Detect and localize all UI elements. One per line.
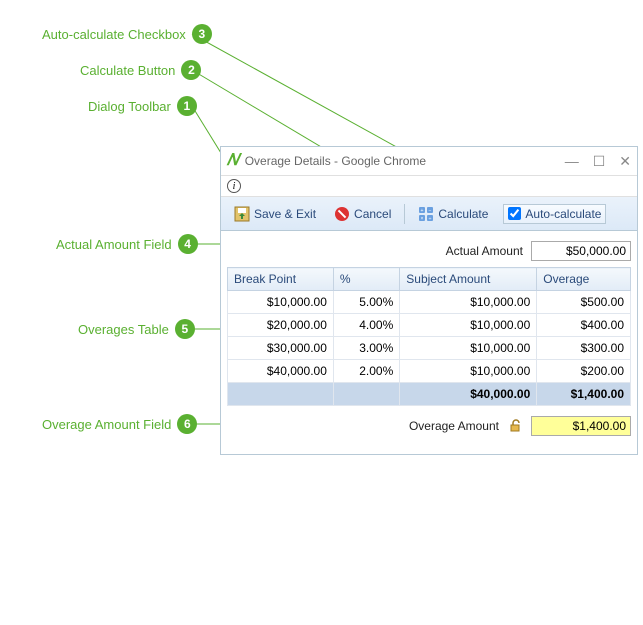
col-percent[interactable]: % [333, 268, 399, 291]
annotation-4: Actual Amount Field 4 [56, 234, 198, 254]
cancel-icon [334, 206, 350, 222]
col-break-point[interactable]: Break Point [228, 268, 334, 291]
info-bar: i [221, 175, 637, 197]
close-button[interactable]: ✕ [619, 153, 631, 170]
cell-subj: $10,000.00 [400, 314, 537, 337]
save-icon [234, 206, 250, 222]
annotation-6: Overage Amount Field 6 [42, 414, 197, 434]
svg-text:×: × [421, 216, 424, 222]
table-row[interactable]: $20,000.004.00%$10,000.00$400.00 [228, 314, 631, 337]
actual-amount-row: Actual Amount [227, 241, 631, 261]
cell-bp: $40,000.00 [228, 360, 334, 383]
cell-subj: $10,000.00 [400, 337, 537, 360]
cell-subj: $10,000.00 [400, 360, 537, 383]
cell-bp: $10,000.00 [228, 291, 334, 314]
col-overage[interactable]: Overage [537, 268, 631, 291]
cell-ov: $300.00 [537, 337, 631, 360]
calculate-button[interactable]: + − × ÷ Calculate [411, 202, 495, 226]
table-row[interactable]: $40,000.002.00%$10,000.00$200.00 [228, 360, 631, 383]
actual-amount-label: Actual Amount [446, 244, 523, 258]
app-logo-icon: 𝑁 [227, 152, 239, 170]
annotation-5: Overages Table 5 [78, 319, 195, 339]
svg-text:−: − [429, 208, 432, 214]
lock-icon[interactable] [507, 418, 523, 434]
titlebar: 𝑁 Overage Details - Google Chrome — ☐ ✕ [221, 147, 637, 175]
table-total-row: $40,000.00 $1,400.00 [228, 383, 631, 406]
table-body: $10,000.005.00%$10,000.00$500.00$20,000.… [228, 291, 631, 383]
annotation-2: Calculate Button 2 [80, 60, 201, 80]
cell-subj: $10,000.00 [400, 291, 537, 314]
toolbar-separator [404, 204, 405, 224]
cell-pct: 3.00% [333, 337, 399, 360]
save-exit-button[interactable]: Save & Exit [227, 202, 323, 226]
info-icon[interactable]: i [227, 179, 241, 193]
cell-pct: 5.00% [333, 291, 399, 314]
cell-pct: 2.00% [333, 360, 399, 383]
cell-ov: $200.00 [537, 360, 631, 383]
calculate-label: Calculate [438, 207, 488, 221]
overage-amount-label: Overage Amount [409, 419, 499, 433]
cell-ov: $400.00 [537, 314, 631, 337]
cell-pct: 4.00% [333, 314, 399, 337]
cell-ov: $500.00 [537, 291, 631, 314]
table-header-row: Break Point % Subject Amount Overage [228, 268, 631, 291]
overage-amount-row: Overage Amount [227, 416, 631, 436]
cancel-button[interactable]: Cancel [327, 202, 398, 226]
total-subject: $40,000.00 [400, 383, 537, 406]
table-row[interactable]: $10,000.005.00%$10,000.00$500.00 [228, 291, 631, 314]
svg-text:+: + [421, 208, 424, 214]
window-title: Overage Details - Google Chrome [245, 154, 426, 168]
overage-amount-field[interactable] [531, 416, 631, 436]
minimize-button[interactable]: — [565, 153, 579, 170]
actual-amount-field[interactable] [531, 241, 631, 261]
window-controls: — ☐ ✕ [565, 153, 631, 170]
save-exit-label: Save & Exit [254, 207, 316, 221]
calculate-icon: + − × ÷ [418, 206, 434, 222]
dialog-toolbar: Save & Exit Cancel + − × ÷ Calculate Aut… [221, 197, 637, 231]
total-overage: $1,400.00 [537, 383, 631, 406]
annotation-1: Dialog Toolbar 1 [88, 96, 197, 116]
overage-details-dialog: 𝑁 Overage Details - Google Chrome — ☐ ✕ … [220, 146, 638, 455]
cell-bp: $20,000.00 [228, 314, 334, 337]
svg-text:÷: ÷ [429, 216, 432, 222]
auto-calculate-checkbox[interactable]: Auto-calculate [503, 204, 606, 224]
auto-calculate-label: Auto-calculate [525, 207, 601, 221]
col-subject-amount[interactable]: Subject Amount [400, 268, 537, 291]
cancel-label: Cancel [354, 207, 391, 221]
dialog-content: Actual Amount Break Point % Subject Amou… [221, 231, 637, 454]
maximize-button[interactable]: ☐ [593, 153, 606, 170]
cell-bp: $30,000.00 [228, 337, 334, 360]
table-row[interactable]: $30,000.003.00%$10,000.00$300.00 [228, 337, 631, 360]
auto-calculate-input[interactable] [508, 207, 521, 220]
annotation-3: Auto-calculate Checkbox 3 [42, 24, 212, 44]
overages-table: Break Point % Subject Amount Overage $10… [227, 267, 631, 406]
